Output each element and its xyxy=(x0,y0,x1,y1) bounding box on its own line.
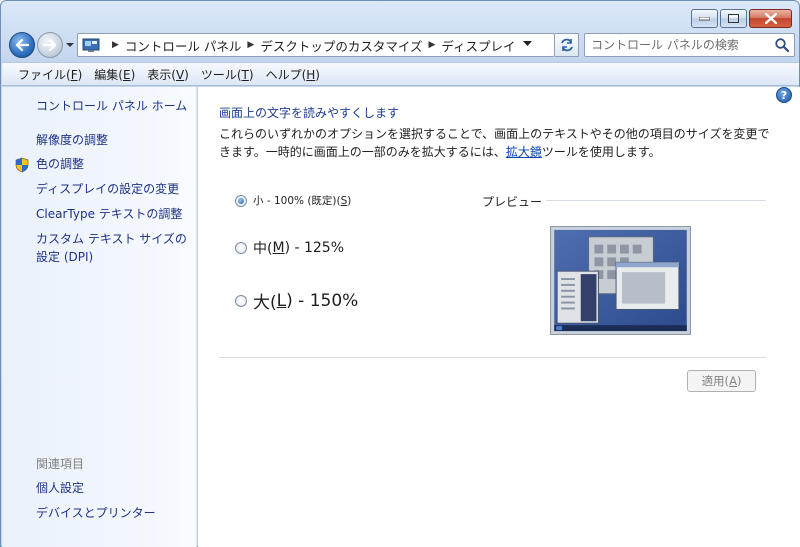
radio-small[interactable] xyxy=(235,194,247,207)
breadcrumb-desktop-customization[interactable]: デスクトップのカスタマイズ xyxy=(260,36,422,55)
magnifier-link[interactable]: 拡大鏡 xyxy=(506,145,542,159)
menu-edit-label: 編集( xyxy=(94,67,123,82)
menu-view-label: 表示( xyxy=(147,67,176,82)
search-box xyxy=(584,33,795,57)
option-medium-key: M xyxy=(272,240,285,256)
maximize-icon xyxy=(728,14,739,23)
menu-view-key: V xyxy=(175,67,185,82)
preview-image xyxy=(550,226,691,335)
description-text-end: ツールを使用します。 xyxy=(541,145,661,159)
crumb-separator-icon[interactable]: ▶ xyxy=(112,40,119,50)
control-panel-icon xyxy=(82,38,100,52)
breadcrumb-display[interactable]: ディスプレイ xyxy=(441,36,515,55)
option-large-label: 大( xyxy=(253,293,277,313)
menu-edit-suffix: ) xyxy=(130,67,136,82)
window-frame: ▶ コントロール パネル ▶ デスクトップのカスタマイズ ▶ ディスプレイ コン… xyxy=(0,0,800,547)
page-title: 画面上の文字を読みやすくします xyxy=(219,106,400,120)
radio-medium[interactable] xyxy=(235,242,247,254)
option-medium-125[interactable]: 中(M) - 125% xyxy=(235,238,344,258)
back-arrow-icon xyxy=(15,39,29,51)
menu-help-key: H xyxy=(306,67,316,82)
sidebar-link-personalization[interactable]: 個人設定 xyxy=(36,479,196,497)
breadcrumb-control-panel[interactable]: コントロール パネル xyxy=(125,36,241,55)
recent-pages-dropdown-icon[interactable] xyxy=(65,40,75,50)
sidebar-link-color-calibration[interactable]: 色の調整 xyxy=(36,155,196,173)
sidebar-link-display-settings[interactable]: ディスプレイの設定の変更 xyxy=(36,180,196,198)
left-navigation-pane: コントロール パネル ホーム 解像度の調整 色の調整 ディスプレイの設定の変更 … xyxy=(2,87,197,547)
menu-tools-label: ツール( xyxy=(200,67,242,82)
control-panel-home-link[interactable]: コントロール パネル ホーム xyxy=(36,97,196,115)
minimize-icon xyxy=(699,16,710,20)
menu-view-suffix: ) xyxy=(184,67,189,82)
radio-large[interactable] xyxy=(235,294,247,307)
menu-edit[interactable]: 編集(E) xyxy=(88,66,141,83)
option-medium-suffix: ) - 125% xyxy=(284,240,345,256)
menu-tools-suffix: ) xyxy=(248,67,254,82)
close-button[interactable] xyxy=(749,9,792,28)
option-small-100[interactable]: 小 - 100% (既定)(S) xyxy=(235,193,351,208)
option-large-suffix: ) - 150% xyxy=(286,290,359,311)
menu-view[interactable]: 表示(V) xyxy=(141,66,195,83)
close-icon xyxy=(764,13,777,24)
main-content: ? 画面上の文字を読みやすくします これらのいずれかのオプションを選択することで… xyxy=(198,87,800,547)
preview-label: プレビュー xyxy=(482,195,543,209)
navigation-bar: ▶ コントロール パネル ▶ デスクトップのカスタマイズ ▶ ディスプレイ xyxy=(9,31,795,59)
menu-help-suffix: ) xyxy=(315,67,320,82)
menu-file-key: F xyxy=(70,67,78,82)
address-bar[interactable]: ▶ コントロール パネル ▶ デスクトップのカスタマイズ ▶ ディスプレイ xyxy=(77,33,555,57)
page-description: これらのいずれかのオプションを選択することで、画面上のテキストやその他の項目のサ… xyxy=(219,125,779,161)
back-button[interactable] xyxy=(9,32,35,58)
sidebar-link-devices-printers[interactable]: デバイスとプリンター xyxy=(36,504,196,522)
option-large-key: L xyxy=(276,290,287,311)
menu-help-label: ヘルプ( xyxy=(265,67,307,82)
preview-divider xyxy=(546,200,766,201)
apply-key: A xyxy=(729,374,737,388)
sidebar-link-resolution[interactable]: 解像度の調整 xyxy=(36,131,196,149)
crumb-separator-icon[interactable]: ▶ xyxy=(428,40,435,50)
description-text: これらのいずれかのオプションを選択することで、画面上のテキストやその他の項目のサ… xyxy=(219,127,770,159)
apply-label: 適用( xyxy=(701,374,730,388)
forward-button[interactable] xyxy=(37,32,63,58)
menu-edit-key: E xyxy=(122,67,131,82)
address-dropdown-icon[interactable] xyxy=(523,41,532,47)
option-small-label: 小 - 100% (既定)( xyxy=(253,195,341,207)
uac-shield-icon xyxy=(15,157,29,173)
caption-buttons xyxy=(691,9,792,28)
menu-file-suffix: ) xyxy=(77,67,83,82)
menu-tools-key: T xyxy=(241,67,249,82)
search-icon[interactable] xyxy=(774,37,790,53)
apply-suffix: ) xyxy=(736,374,742,388)
forward-arrow-icon xyxy=(43,39,57,51)
section-divider xyxy=(219,357,766,358)
menu-file-label: ファイル( xyxy=(18,67,71,82)
option-large-150[interactable]: 大(L) - 150% xyxy=(235,288,358,313)
option-small-key: S xyxy=(340,194,348,207)
search-input[interactable] xyxy=(591,35,774,55)
menu-tools[interactable]: ツール(T) xyxy=(195,66,260,83)
maximize-button[interactable] xyxy=(720,9,747,28)
option-medium-label: 中( xyxy=(253,241,273,257)
refresh-button[interactable] xyxy=(555,33,579,57)
option-small-suffix: ) xyxy=(347,194,352,207)
crumb-separator-icon[interactable]: ▶ xyxy=(247,40,254,50)
menu-bar: ファイル(F) 編集(E) 表示(V) ツール(T) ヘルプ(H) xyxy=(2,62,799,86)
menu-help[interactable]: ヘルプ(H) xyxy=(260,66,326,83)
sidebar-link-cleartype[interactable]: ClearType テキストの調整 xyxy=(36,205,196,223)
help-icon[interactable]: ? xyxy=(776,87,792,103)
menu-file[interactable]: ファイル(F) xyxy=(12,66,88,83)
related-heading: 関連項目 xyxy=(36,457,85,471)
refresh-icon xyxy=(560,38,573,52)
sidebar-link-custom-dpi[interactable]: カスタム テキスト サイズの設定 (DPI) xyxy=(36,230,196,266)
apply-button[interactable]: 適用(A) xyxy=(687,370,756,392)
minimize-button[interactable] xyxy=(691,9,718,28)
